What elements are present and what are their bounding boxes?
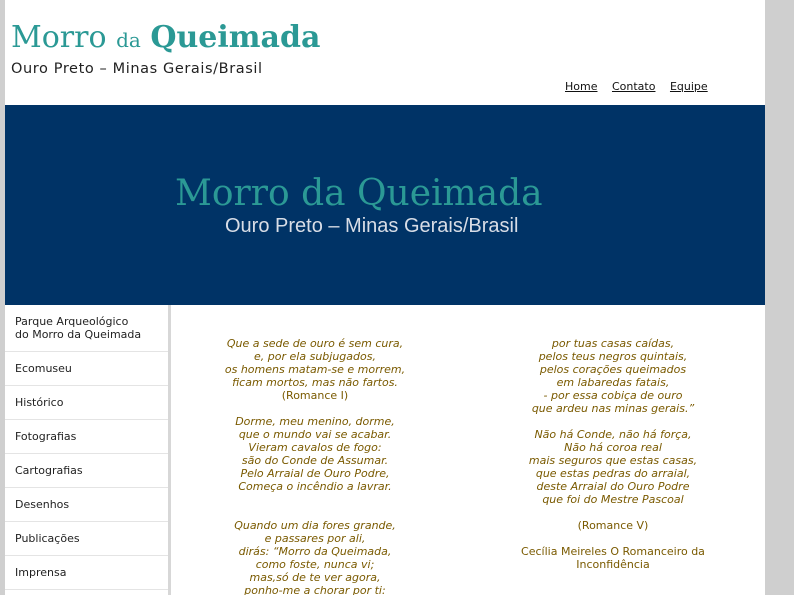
- poem-line: Não há Conde, não há força,: [534, 428, 692, 441]
- poem-line: Inconfidência: [576, 558, 650, 571]
- top-navigation: Home Contato Equipe: [565, 80, 719, 93]
- logo-subtitle: Ouro Preto – Minas Gerais/Brasil: [11, 61, 263, 77]
- sidebar-item-historico[interactable]: Histórico: [5, 386, 168, 420]
- sidebar-item-publicacoes[interactable]: Publicações: [5, 522, 168, 556]
- poem-line: ficam mortos, mas não fartos.: [232, 376, 398, 389]
- poem-line: Começa o incêndio a lavrar.: [238, 480, 392, 493]
- sidebar-menu: Parque Arqueológico do Morro da Queimada…: [5, 305, 171, 595]
- page: Morro da Queimada Ouro Preto – Minas Ger…: [5, 0, 765, 595]
- sidebar-item-cartografias[interactable]: Cartografias: [5, 454, 168, 488]
- sidebar-item-label: Fotografias: [15, 430, 77, 443]
- poem-left-column: Que a sede de ouro é sem cura, e, por ela…: [195, 337, 435, 595]
- poem-line: (Romance I): [281, 389, 349, 402]
- poem-line: [195, 506, 435, 519]
- poem-line: pelos corações queimados: [539, 363, 687, 376]
- poem-line: [195, 402, 435, 415]
- poem-line: Cecília Meireles O Romanceiro da: [521, 545, 705, 558]
- poem-line: como foste, nunca vi;: [255, 558, 375, 571]
- poem-line: [493, 532, 733, 545]
- poem-line: são do Conde de Assumar.: [241, 454, 389, 467]
- sidebar-item-label: Parque Arqueológico do Morro da Queimada: [15, 315, 142, 341]
- poem-line: Vieram cavalos de fogo:: [248, 441, 382, 454]
- sidebar-item-label: Histórico: [15, 396, 64, 409]
- poem-line: Quando um dia fores grande,: [234, 519, 396, 532]
- poem-line: [195, 493, 435, 506]
- site-logo[interactable]: Morro da Queimada Ouro Preto – Minas Ger…: [11, 20, 320, 77]
- sidebar-item-fotografias[interactable]: Fotografias: [5, 420, 168, 454]
- sidebar-item-desenhos[interactable]: Desenhos: [5, 488, 168, 522]
- logo-title-main: Morro: [11, 20, 107, 55]
- poem-line: [493, 415, 733, 428]
- header-banner: Morro da Queimada Ouro Preto – Minas Ger…: [5, 105, 765, 305]
- sidebar-item-label: Publicações: [15, 532, 80, 545]
- logo-title: Morro da Queimada: [11, 20, 320, 58]
- poem-line: mas,só de te ver agora,: [249, 571, 381, 584]
- sidebar-item-label: Desenhos: [15, 498, 70, 511]
- poem-line: e passares por ali,: [264, 532, 366, 545]
- poem-line: mais seguros que estas casas,: [528, 454, 698, 467]
- poem-line: em labaredas fatais,: [556, 376, 670, 389]
- nav-link-equipe[interactable]: Equipe: [670, 80, 708, 93]
- poem-line: por tuas casas caídas,: [551, 337, 675, 350]
- banner-subtitle: Ouro Preto – Minas Gerais/Brasil: [225, 215, 519, 237]
- sidebar-item-label: Imprensa: [15, 566, 67, 579]
- banner-title: Morro da Queimada: [175, 173, 543, 214]
- sidebar-item-imprensa[interactable]: Imprensa: [5, 556, 168, 590]
- poem-line: dirás: “Morro da Queimada,: [238, 545, 392, 558]
- poem-line: que estas pedras do arraial,: [535, 467, 691, 480]
- poem-line: e, por ela subjugados,: [254, 350, 376, 363]
- poem-line: deste Arraial do Ouro Podre: [536, 480, 690, 493]
- poem-line: (Romance V): [577, 519, 649, 532]
- logo-title-bold: Queimada: [150, 20, 321, 55]
- sidebar-item-label: Ecomuseu: [15, 362, 72, 375]
- poem-line: que foi do Mestre Pascoal: [542, 493, 684, 506]
- nav-link-contato[interactable]: Contato: [612, 80, 655, 93]
- poem-line: Dorme, meu menino, dorme,: [235, 415, 395, 428]
- poem-line: ponho-me a chorar por ti:: [244, 584, 386, 595]
- poem-line: os homens matam-se e morrem,: [224, 363, 406, 376]
- sidebar-item-ecomuseu[interactable]: Ecomuseu: [5, 352, 168, 386]
- poem-line: [493, 506, 733, 519]
- poem-line: que ardeu nas minas gerais.”: [531, 402, 695, 415]
- sidebar-item-label: Cartografias: [15, 464, 83, 477]
- nav-link-home[interactable]: Home: [565, 80, 597, 93]
- poem-line: Que a sede de ouro é sem cura,: [226, 337, 404, 350]
- sidebar-item-parque[interactable]: Parque Arqueológico do Morro da Queimada: [5, 305, 168, 352]
- poem-right-column: por tuas casas caídas, pelos teus negros …: [493, 337, 733, 571]
- poem-line: Não há coroa real: [564, 441, 662, 454]
- poem-line: que o mundo vai se acabar.: [238, 428, 392, 441]
- poem-line: pelos teus negros quintais,: [538, 350, 688, 363]
- poem-line: - por essa cobiça de ouro: [543, 389, 683, 402]
- logo-title-small: da: [116, 28, 141, 52]
- poem-line: Pelo Arraial de Ouro Podre,: [240, 467, 390, 480]
